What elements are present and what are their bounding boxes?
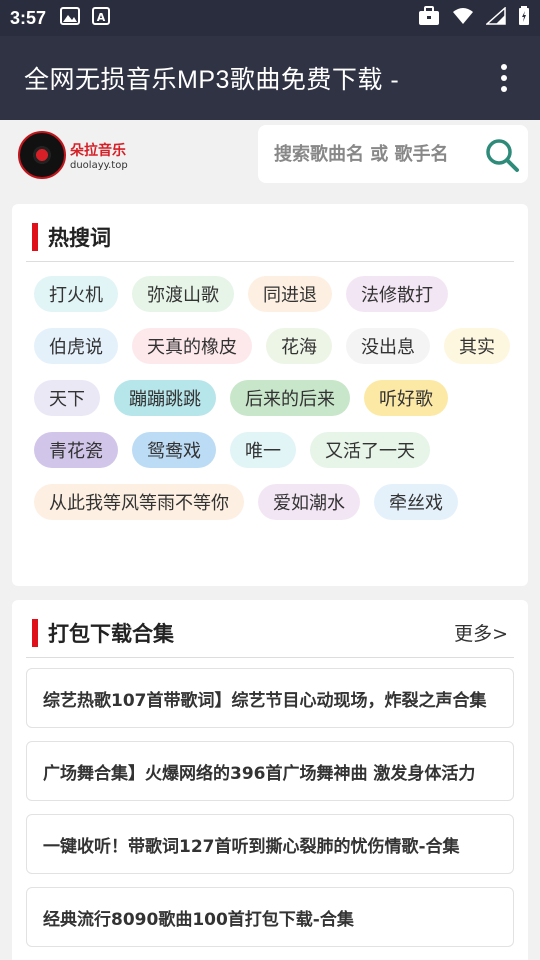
hot-search-card: 热搜词 打火机 弥渡山歌 同进退 法修散打伯虎说 天真的橡皮 花海 没出息 其实天下 蹦蹦跳跳后…	[12, 204, 528, 586]
section-marker	[32, 618, 38, 647]
more-dot-icon	[501, 86, 507, 92]
hot-search-tag[interactable]: 法修散打	[346, 276, 448, 312]
site-logo[interactable]: 朵拉音乐 duolayy.top	[18, 130, 138, 180]
hot-search-header: 热搜词	[26, 212, 514, 262]
status-time: 3:57	[10, 7, 47, 28]
hot-search-tag[interactable]: 牵丝戏	[374, 484, 458, 520]
logo-name: 朵拉音乐	[70, 142, 126, 159]
pack-list: 综艺热歌107首带歌词】综艺节目心动现场，炸裂之声合集 广场舞合集】火爆网络的39…	[26, 668, 514, 960]
pack-list-item[interactable]: 一键收听！带歌词127首听到撕心裂肺的忧伤情歌-合集	[26, 814, 514, 874]
more-options-button[interactable]	[492, 58, 516, 98]
hot-search-tag[interactable]: 鸳鸯戏	[132, 432, 216, 468]
hot-search-tag[interactable]: 蹦蹦跳跳	[114, 380, 216, 416]
hot-search-tag[interactable]: 听好歌	[364, 380, 448, 416]
hot-search-tag[interactable]: 后来的后来	[230, 380, 350, 416]
pack-item-title: 综艺热歌107首带歌词】综艺节目心动现场，炸裂之声合集	[43, 690, 487, 711]
pack-item-title: 经典流行8090歌曲100首打包下载-合集	[43, 909, 354, 930]
hot-search-tag[interactable]: 其实	[444, 328, 510, 364]
status-bar: 3:57 A	[0, 0, 540, 36]
hot-search-tag[interactable]: 同进退	[248, 276, 332, 312]
app-bar: 全网无损音乐MP3歌曲免费下载 -	[0, 36, 540, 120]
pack-download-card: 打包下载合集 更多> 综艺热歌107首带歌词】综艺节目心动现场，炸裂之声合集 广场…	[12, 600, 528, 960]
hot-search-title: 热搜词	[48, 225, 111, 250]
pack-list-item[interactable]: 经典流行8090歌曲100首打包下载-合集	[26, 887, 514, 947]
hot-search-tag[interactable]: 青花瓷	[34, 432, 118, 468]
header: 朵拉音乐 duolayy.top	[0, 120, 540, 192]
hot-search-tags: 打火机 弥渡山歌 同进退 法修散打伯虎说 天真的橡皮 花海 没出息 其实天下 蹦蹦跳跳 后来的后来…	[34, 276, 514, 520]
pack-item-title: 一键收听！带歌词127首听到撕心裂肺的忧伤情歌-合集	[43, 836, 460, 857]
battery-icon	[518, 6, 530, 30]
pack-item-title: 广场舞合集】火爆网络的396首广场舞神曲 激发身体活力	[43, 763, 476, 784]
hot-search-tag[interactable]: 弥渡山歌	[132, 276, 234, 312]
hot-search-tag[interactable]: 从此我等风等雨不等你	[34, 484, 244, 520]
search-input[interactable]	[274, 143, 474, 165]
hot-search-tag[interactable]: 打火机	[34, 276, 118, 312]
font-notification-icon: A	[92, 7, 111, 29]
hot-search-tag[interactable]: 花海	[266, 328, 332, 364]
hot-search-tag[interactable]: 天下	[34, 380, 100, 416]
image-notification-icon	[60, 7, 81, 29]
more-dot-icon	[501, 64, 507, 70]
hot-search-tag[interactable]: 天真的橡皮	[132, 328, 252, 364]
search-box	[258, 125, 528, 183]
hot-search-tag[interactable]: 没出息	[346, 328, 430, 364]
logo-domain: duolayy.top	[70, 159, 128, 171]
vinyl-disc-icon	[18, 131, 66, 179]
search-button[interactable]	[484, 137, 520, 173]
wifi-icon	[452, 7, 474, 29]
search-icon	[486, 139, 519, 172]
pack-list-item[interactable]: 广场舞合集】火爆网络的396首广场舞神曲 激发身体活力	[26, 741, 514, 801]
hot-search-tag[interactable]: 伯虎说	[34, 328, 118, 364]
briefcase-icon	[418, 6, 440, 30]
hot-search-tag[interactable]: 爱如潮水	[258, 484, 360, 520]
svg-text:A: A	[97, 11, 106, 24]
pack-download-header: 打包下载合集 更多>	[26, 608, 514, 658]
more-link[interactable]: 更多>	[454, 619, 508, 646]
pack-download-title: 打包下载合集	[48, 621, 174, 646]
pack-list-item[interactable]: 综艺热歌107首带歌词】综艺节目心动现场，炸裂之声合集	[26, 668, 514, 728]
hot-search-tag[interactable]: 又活了一天	[310, 432, 430, 468]
signal-icon	[485, 6, 506, 29]
section-marker	[32, 222, 38, 251]
more-dot-icon	[501, 75, 507, 81]
hot-search-tag[interactable]: 唯一	[230, 432, 296, 468]
app-title: 全网无损音乐MP3歌曲免费下载 -	[24, 66, 400, 94]
